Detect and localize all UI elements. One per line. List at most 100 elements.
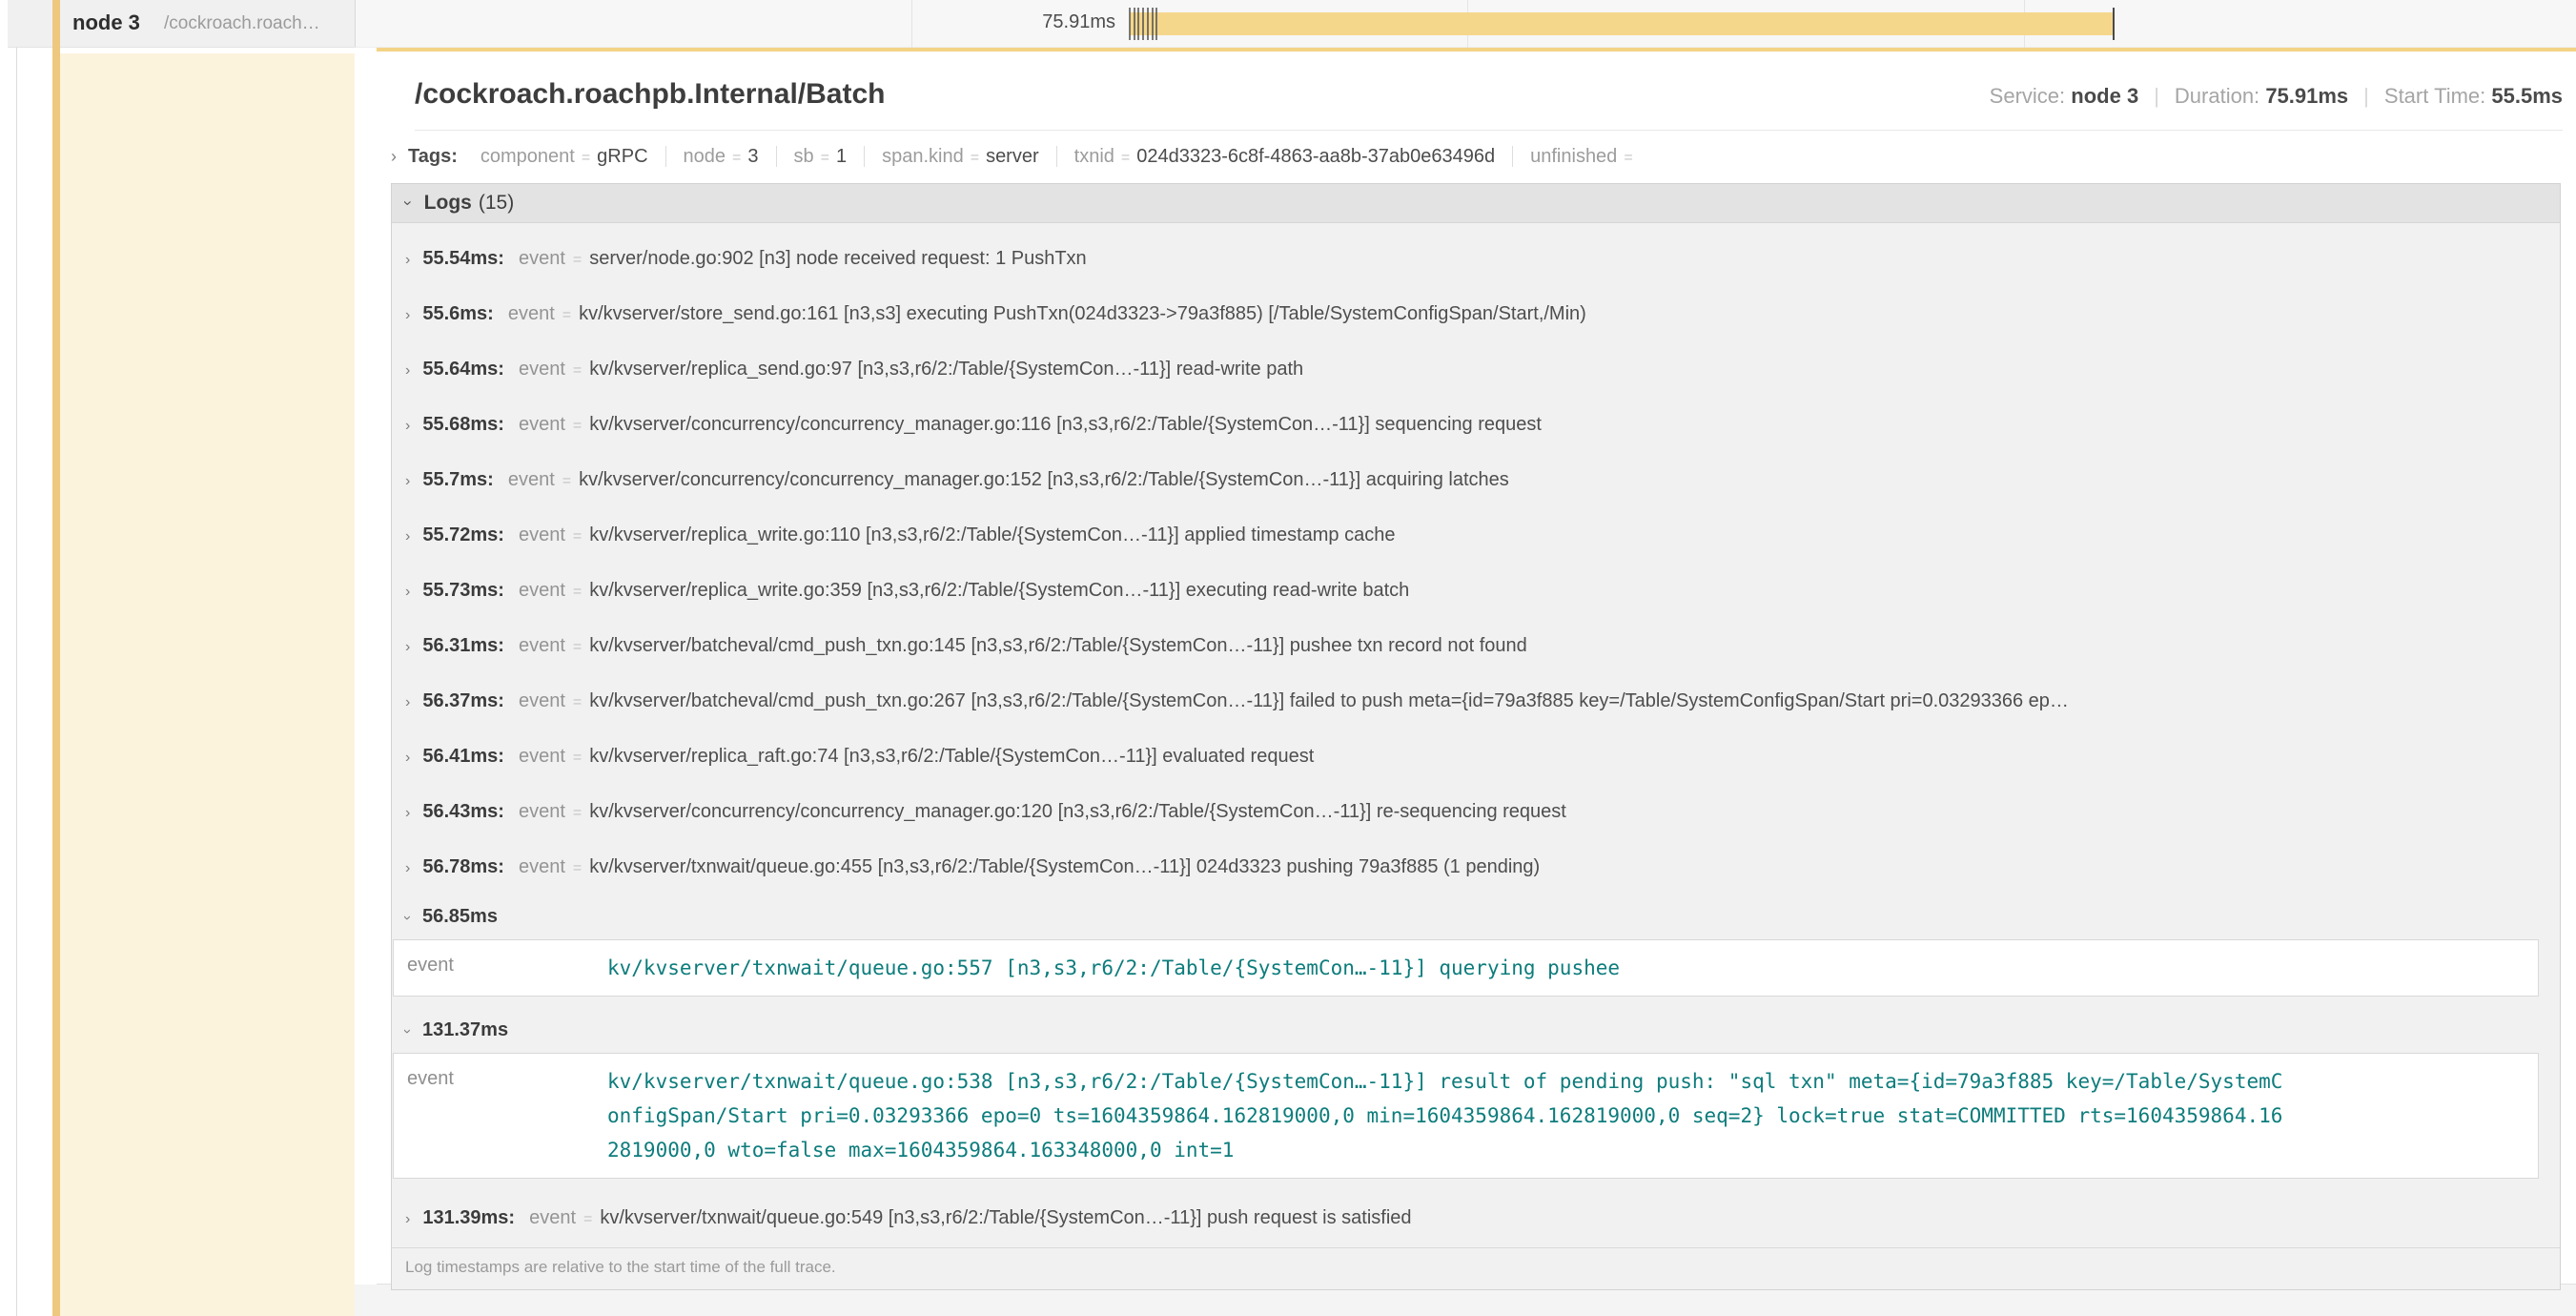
equals-sign: = <box>573 418 582 434</box>
log-timestamp: 56.41ms: <box>422 746 504 767</box>
meta-label: Service: <box>1990 84 2065 108</box>
span-bar[interactable] <box>1130 12 2114 35</box>
log-row-expanded-header[interactable]: ›131.37ms <box>392 1008 2560 1053</box>
chevron-right-icon[interactable]: › <box>405 233 410 286</box>
meta-value: node 3 <box>2071 84 2138 108</box>
tag-value: server <box>986 146 1039 167</box>
chevron-right-icon[interactable]: › <box>405 675 410 729</box>
log-timestamp: 55.72ms: <box>422 524 504 545</box>
equals-sign: = <box>573 750 582 766</box>
log-field-value: kv/kvserver/txnwait/queue.go:557 [n3,s3,… <box>607 951 1620 985</box>
log-field-key: event <box>394 951 607 977</box>
detail-meta-item: Duration: 75.91ms <box>2175 84 2348 108</box>
logs-section: › Logs (15) ›55.54ms:event=server/node.g… <box>391 183 2561 1290</box>
log-row[interactable]: ›55.73ms:event=kv/kvserver/replica_write… <box>392 563 2560 618</box>
equals-sign: = <box>971 150 979 166</box>
chevron-right-icon[interactable]: › <box>405 841 410 894</box>
log-tick <box>1147 8 1149 40</box>
equals-sign: = <box>562 473 571 489</box>
tags-accordion-header[interactable]: › Tags: component=gRPCnode=3sb=1span.kin… <box>391 131 2563 179</box>
log-field-value: kv/kvserver/replica_write.go:110 [n3,s3,… <box>589 524 1395 545</box>
log-tick <box>1142 8 1144 40</box>
log-field-key: event <box>519 524 565 545</box>
log-row[interactable]: ›55.7ms:event=kv/kvserver/concurrency/co… <box>392 452 2560 507</box>
log-row[interactable]: ›55.6ms:event=kv/kvserver/store_send.go:… <box>392 286 2560 341</box>
chevron-right-icon[interactable]: › <box>405 786 410 839</box>
log-field-key: event <box>508 303 555 324</box>
span-detail-panel: /cockroach.roachpb.Internal/Batch Servic… <box>377 48 2576 1285</box>
tag-item: component=gRPC <box>463 146 665 167</box>
span-operation-name: /cockroach.roach… <box>164 13 320 34</box>
log-row[interactable]: ›56.41ms:event=kv/kvserver/replica_raft.… <box>392 729 2560 784</box>
meta-label: Start Time: <box>2384 84 2485 108</box>
log-field-key: event <box>519 690 565 711</box>
log-tick <box>1152 8 1154 40</box>
log-row-expanded-header[interactable]: ›56.85ms <box>392 894 2560 939</box>
equals-sign: = <box>573 694 582 710</box>
log-timestamp: 56.43ms: <box>422 801 504 822</box>
chevron-right-icon[interactable]: › <box>405 288 410 341</box>
chevron-right-icon[interactable]: › <box>405 565 410 618</box>
log-row[interactable]: › 56.37ms: event = kv/kvserver/batcheval/cmd… <box>392 673 2560 729</box>
logs-count: (15) <box>479 192 514 215</box>
chevron-right-icon[interactable]: › <box>405 1192 410 1245</box>
chevron-down-icon[interactable]: › <box>385 1029 430 1034</box>
chevron-right-icon[interactable]: › <box>405 454 410 507</box>
log-timestamp: 55.68ms: <box>422 414 504 435</box>
log-timestamp: 55.6ms: <box>422 303 494 324</box>
log-field-key: event <box>519 414 565 435</box>
tag-key: node <box>684 146 726 167</box>
log-field-value: kv/kvserver/store_send.go:161 [n3,s3] ex… <box>579 303 1586 324</box>
span-service-name: node 3 <box>72 10 140 35</box>
equals-sign: = <box>821 150 829 166</box>
chevron-right-icon[interactable]: › <box>405 509 410 563</box>
log-row[interactable]: ›56.31ms:event=kv/kvserver/batcheval/cmd… <box>392 618 2560 673</box>
log-tick <box>1137 8 1139 40</box>
log-row[interactable]: ›55.64ms:event=kv/kvserver/replica_send.… <box>392 341 2560 397</box>
log-field-value: kv/kvserver/txnwait/queue.go:538 [n3,s3,… <box>607 1064 2285 1167</box>
tag-value: 024d3323-6c8f-4863-aa8b-37ab0e63496d <box>1136 146 1495 167</box>
chevron-down-icon[interactable]: › <box>399 200 418 206</box>
chevron-right-icon[interactable]: › <box>405 730 410 784</box>
equals-sign: = <box>573 639 582 655</box>
log-tick <box>1134 8 1135 40</box>
log-row[interactable]: ›55.72ms:event=kv/kvserver/replica_write… <box>392 507 2560 563</box>
tag-key: unfinished <box>1530 146 1617 167</box>
chevron-right-icon[interactable]: › <box>405 620 410 673</box>
log-field-value: kv/kvserver/batcheval/cmd_push_txn.go:26… <box>589 690 2069 711</box>
equals-sign: = <box>573 362 582 379</box>
equals-sign: = <box>1624 150 1632 166</box>
chevron-down-icon[interactable]: › <box>385 915 430 920</box>
log-field-key: event <box>519 635 565 656</box>
chevron-right-icon[interactable]: › <box>405 343 410 397</box>
chevron-right-icon[interactable]: › <box>405 399 410 452</box>
selected-row-highlight <box>60 53 355 1316</box>
tag-item: txnid=024d3323-6c8f-4863-aa8b-37ab0e6349… <box>1056 146 1512 167</box>
equals-sign: = <box>573 860 582 876</box>
span-duration-label: 75.91ms <box>965 11 1115 33</box>
row-divider-line <box>16 48 17 1316</box>
log-field-key: event <box>529 1207 576 1228</box>
log-timestamp: 131.39ms: <box>422 1207 515 1228</box>
log-field-key: event <box>519 856 565 877</box>
chevron-right-icon[interactable]: › <box>391 147 397 167</box>
equals-sign: = <box>573 252 582 268</box>
log-row[interactable]: ›55.68ms:event=kv/kvserver/concurrency/c… <box>392 397 2560 452</box>
log-field-value: kv/kvserver/txnwait/queue.go:455 [n3,s3,… <box>589 856 1540 877</box>
log-timestamp: 55.7ms: <box>422 469 494 490</box>
log-detail-table: event kv/kvserver/txnwait/queue.go:557 [… <box>393 939 2539 997</box>
tag-key: component <box>480 146 575 167</box>
log-tick <box>1129 8 1131 40</box>
timeline-span-row[interactable]: › node 3 /cockroach.roach… 75.91ms <box>0 0 2576 48</box>
log-row[interactable]: ›56.43ms:event=kv/kvserver/concurrency/c… <box>392 784 2560 839</box>
meta-separator: | <box>2363 84 2369 108</box>
log-timestamp: 56.78ms: <box>422 856 504 877</box>
log-field-key: event <box>519 580 565 601</box>
logs-accordion-header[interactable]: › Logs (15) <box>392 184 2560 223</box>
log-row[interactable]: ›55.54ms:event=server/node.go:902 [n3] n… <box>392 231 2560 286</box>
log-timestamp: 55.54ms: <box>422 248 504 269</box>
log-row[interactable]: ›131.39ms:event=kv/kvserver/txnwait/queu… <box>392 1190 2560 1245</box>
log-row[interactable]: › 56.78ms: event = kv/kvserver/txnwait/queue… <box>392 839 2560 894</box>
log-timestamp: 56.37ms: <box>422 690 504 711</box>
log-field-value: kv/kvserver/replica_raft.go:74 [n3,s3,r6… <box>589 746 1314 767</box>
